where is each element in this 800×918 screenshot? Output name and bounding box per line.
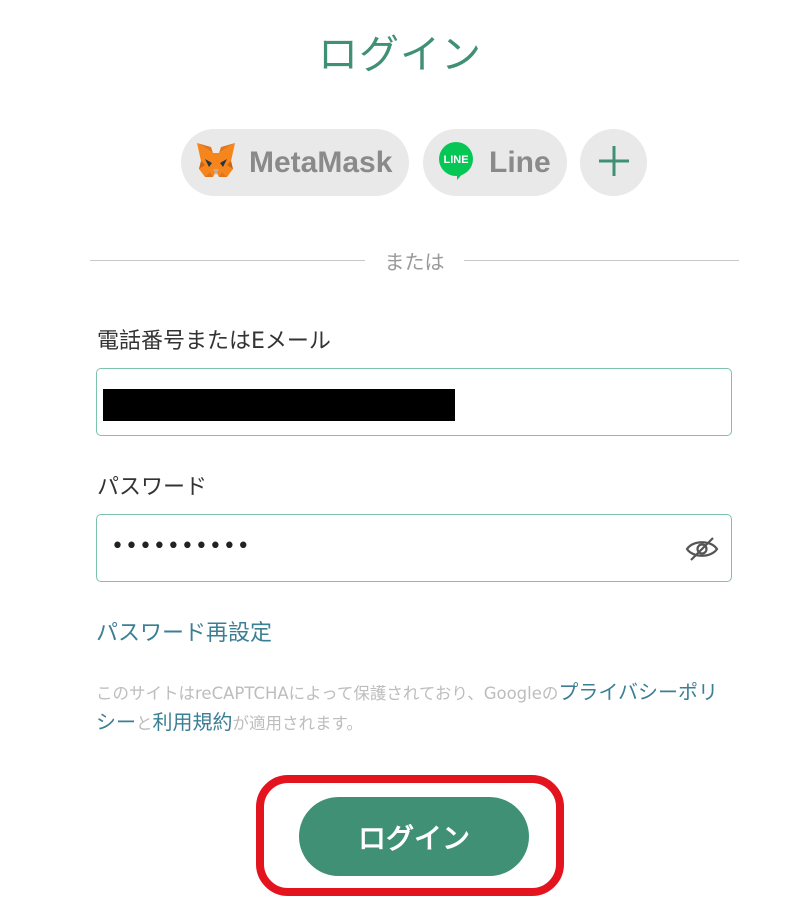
hide-password-icon[interactable] — [685, 535, 719, 563]
recaptcha-notice: このサイトはreCAPTCHAによって保護されており、Googleのプライバシー… — [96, 678, 736, 738]
plus-icon — [597, 144, 631, 182]
password-label: パスワード — [97, 475, 208, 500]
recaptcha-text-after: が適用されます。 — [232, 714, 363, 733]
line-label: Line — [489, 145, 551, 179]
password-input[interactable]: •••••••••• — [96, 514, 732, 582]
phone-email-label: 電話番号またはEメール — [97, 329, 331, 354]
divider-text: または — [384, 250, 445, 274]
divider-line-right — [464, 260, 739, 261]
divider-line-left — [90, 260, 365, 261]
recaptcha-text-and: と — [136, 714, 153, 733]
phone-email-input[interactable] — [96, 368, 732, 436]
metamask-login-button[interactable]: MetaMask — [181, 129, 409, 196]
more-providers-button[interactable] — [580, 129, 647, 196]
line-icon: LINE — [435, 140, 477, 186]
reset-password-link[interactable]: パスワード再設定 — [96, 615, 272, 647]
redacted-value — [103, 389, 455, 421]
password-value: •••••••••• — [111, 534, 251, 559]
metamask-fox-icon — [195, 141, 237, 185]
line-login-button[interactable]: LINE Line — [423, 129, 567, 196]
oauth-providers: MetaMask LINE Line — [0, 129, 800, 196]
terms-of-service-link[interactable]: 利用規約 — [153, 710, 233, 734]
metamask-label: MetaMask — [249, 145, 393, 179]
login-button[interactable]: ログイン — [299, 797, 529, 876]
page-title: ログイン — [318, 32, 482, 78]
line-icon-text: LINE — [443, 154, 468, 166]
recaptcha-text-before: このサイトはreCAPTCHAによって保護されており、Googleの — [96, 684, 559, 703]
